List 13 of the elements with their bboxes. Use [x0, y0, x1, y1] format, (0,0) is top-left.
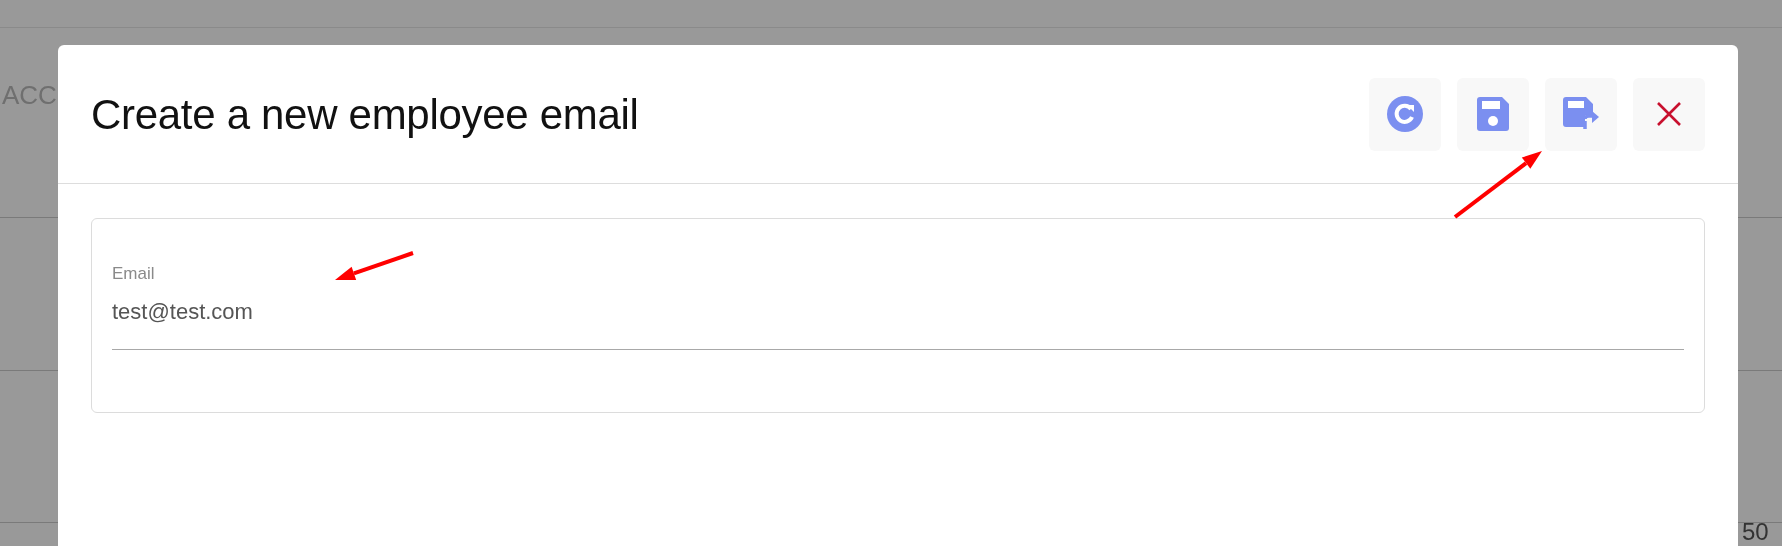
save-icon: [1477, 97, 1509, 131]
close-icon: [1656, 101, 1682, 127]
page-number: 50: [1742, 518, 1769, 546]
save-and-close-button[interactable]: [1545, 77, 1617, 151]
field-value: test@test.com: [112, 298, 253, 326]
save-export-icon: [1563, 97, 1599, 131]
refresh-button[interactable]: [1369, 77, 1441, 151]
field-label: Email: [112, 263, 155, 285]
dialog-title: Create a new employee email: [91, 89, 639, 140]
close-button[interactable]: [1633, 77, 1705, 151]
save-button[interactable]: [1457, 77, 1529, 151]
email-field[interactable]: Email test@test.com: [112, 263, 1684, 350]
refresh-icon: [1386, 95, 1424, 133]
